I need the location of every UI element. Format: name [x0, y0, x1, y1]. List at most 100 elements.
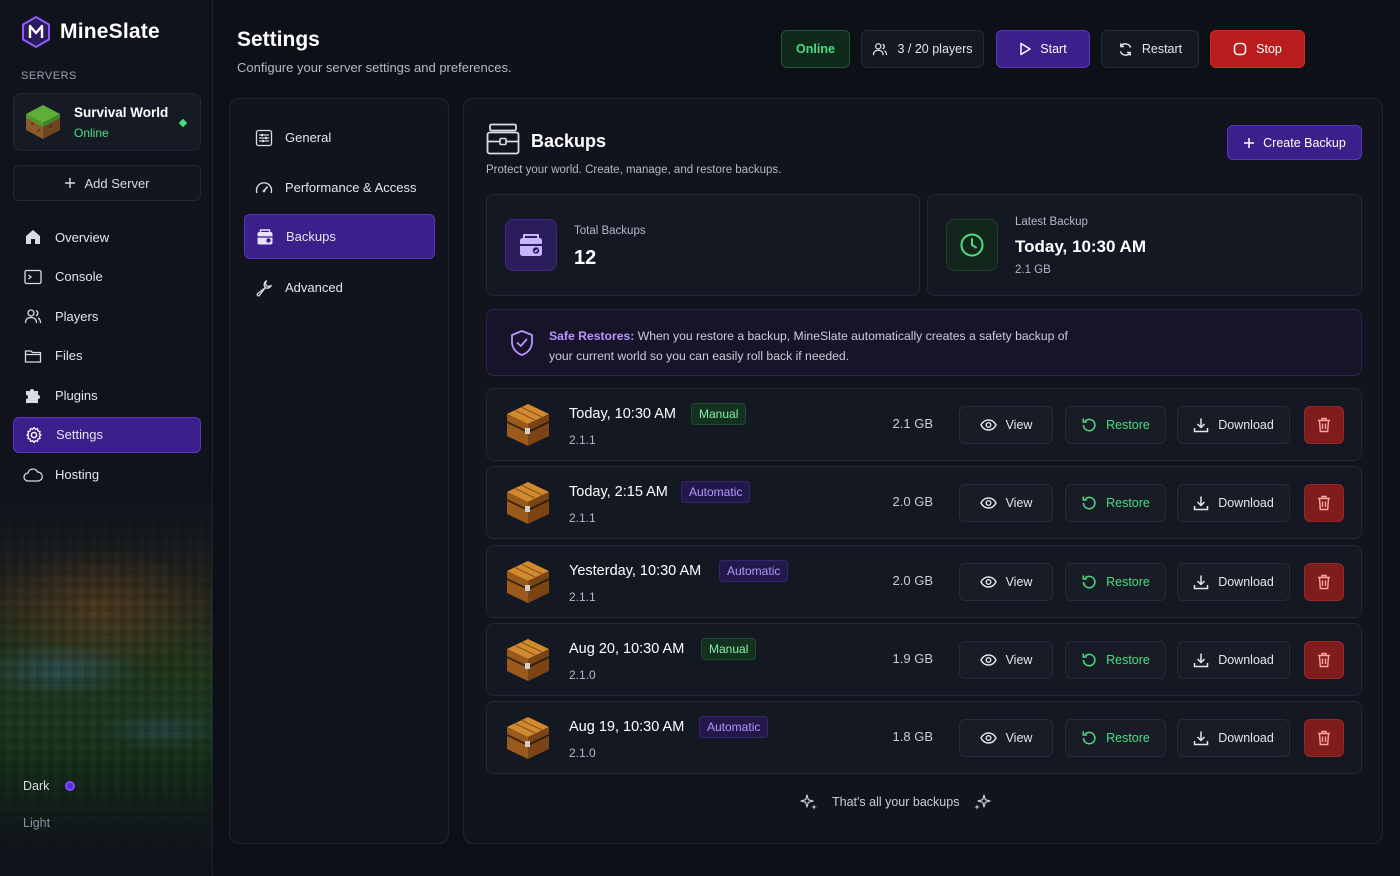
backup-type-badge: Automatic	[719, 560, 789, 582]
download-backup-button[interactable]: Download	[1177, 563, 1290, 601]
backup-row-size: 1.9 GB	[892, 651, 933, 666]
latest-backup-card: Latest Backup Today, 10:30 AM 2.1 GB	[927, 194, 1362, 296]
sidebar-item-hosting[interactable]: Hosting	[13, 457, 201, 493]
users-icon	[23, 306, 43, 326]
sidebar-item-label: Hosting	[55, 467, 100, 483]
view-backup-button[interactable]: View	[959, 641, 1053, 679]
brand-name: MineSlate	[60, 20, 160, 43]
start-button[interactable]: Start	[996, 30, 1090, 68]
view-label: View	[1005, 653, 1033, 667]
download-backup-button[interactable]: Download	[1177, 641, 1290, 679]
sidebar-item-label: Settings	[56, 427, 103, 443]
end-of-list-text: That's all your backups	[832, 795, 960, 809]
restore-backup-button[interactable]: Restore	[1065, 406, 1166, 444]
shield-check-icon	[511, 330, 533, 356]
restore-backup-button[interactable]: Restore	[1065, 563, 1166, 601]
wrench-icon	[256, 279, 272, 296]
view-backup-button[interactable]: View	[959, 484, 1053, 522]
restore-backup-button[interactable]: Restore	[1065, 484, 1166, 522]
server-status: Online	[74, 125, 109, 140]
restore-label: Restore	[1106, 496, 1150, 510]
restore-icon	[1082, 653, 1096, 667]
theme-option-light[interactable]: Light	[23, 816, 50, 830]
sidebar-item-plugins[interactable]: Plugins	[13, 377, 201, 413]
sidebar-item-players[interactable]: Players	[13, 298, 201, 334]
sparkle-icon	[974, 794, 992, 810]
backup-row-title: Today, 10:30 AM	[569, 406, 676, 422]
delete-backup-button[interactable]	[1304, 719, 1344, 757]
backup-row-version: 2.1.1	[569, 511, 596, 525]
backup-row-title: Aug 20, 10:30 AM	[569, 641, 685, 657]
app-root: MineSlate SERVERS Survival World Online	[0, 0, 1400, 876]
delete-backup-button[interactable]	[1304, 641, 1344, 679]
download-backup-button[interactable]: Download	[1177, 719, 1290, 757]
restart-button[interactable]: Restart	[1101, 30, 1199, 68]
backup-row-title: Yesterday, 10:30 AM	[569, 563, 702, 579]
backup-row: Yesterday, 10:30 AM Automatic 2.1.1 2.0 …	[486, 545, 1362, 618]
sliders-icon	[255, 129, 273, 146]
eye-icon	[979, 654, 997, 666]
start-label: Start	[1040, 42, 1067, 56]
sidebar-item-files[interactable]: Files	[13, 338, 201, 374]
view-backup-button[interactable]: View	[959, 719, 1053, 757]
restore-backup-button[interactable]: Restore	[1065, 719, 1166, 757]
view-backup-button[interactable]: View	[959, 406, 1053, 444]
backup-type-badge: Automatic	[699, 716, 769, 738]
sidebar-item-overview[interactable]: Overview	[13, 219, 201, 255]
download-label: Download	[1218, 575, 1274, 589]
players-count-label: 3 / 20 players	[897, 42, 973, 56]
settings-tab-general[interactable]: General	[244, 115, 435, 160]
safe-restores-heading: Safe Restores:	[549, 329, 635, 343]
stop-label: Stop	[1256, 42, 1282, 56]
sidebar: MineSlate SERVERS Survival World Online	[0, 0, 213, 876]
sparkle-icon	[800, 794, 817, 810]
stop-button[interactable]: Stop	[1210, 30, 1305, 68]
server-card[interactable]: Survival World Online	[13, 93, 201, 151]
server-name: Survival World	[74, 104, 169, 120]
panel-title: Backups	[531, 131, 607, 151]
backup-row-size: 2.0 GB	[892, 494, 933, 509]
download-backup-button[interactable]: Download	[1177, 484, 1290, 522]
delete-backup-button[interactable]	[1304, 563, 1344, 601]
eye-icon	[979, 576, 997, 588]
backup-row-size: 1.8 GB	[892, 729, 933, 744]
total-backups-card: Total Backups 12	[486, 194, 920, 296]
restore-label: Restore	[1106, 418, 1150, 432]
sidebar-item-label: Console	[55, 269, 103, 285]
eye-icon	[979, 419, 997, 431]
settings-tab-advanced[interactable]: Advanced	[244, 265, 435, 310]
restore-backup-button[interactable]: Restore	[1065, 641, 1166, 679]
add-server-button[interactable]: Add Server	[13, 165, 201, 201]
download-icon	[1193, 496, 1209, 511]
backup-icon	[257, 228, 273, 244]
sidebar-item-console[interactable]: Console	[13, 259, 201, 295]
server-info: Survival World Online	[74, 105, 168, 140]
restore-icon	[1082, 418, 1096, 432]
chest-icon	[507, 561, 549, 603]
download-label: Download	[1218, 496, 1274, 510]
chest-icon	[507, 482, 549, 524]
settings-tab-backups[interactable]: Backups	[244, 214, 435, 259]
brand[interactable]: MineSlate	[22, 16, 160, 48]
create-backup-button[interactable]: Create Backup	[1227, 125, 1362, 160]
safe-restores-text: Safe Restores: When you restore a backup…	[549, 326, 1089, 366]
eye-icon	[979, 497, 997, 509]
view-label: View	[1005, 418, 1033, 432]
restore-icon	[1082, 496, 1096, 510]
theme-option-dark[interactable]: Dark	[23, 779, 76, 793]
download-label: Download	[1218, 418, 1274, 432]
panel-subtitle: Protect your world. Create, manage, and …	[486, 164, 782, 176]
view-backup-button[interactable]: View	[959, 563, 1053, 601]
delete-backup-button[interactable]	[1304, 484, 1344, 522]
players-count-button[interactable]: 3 / 20 players	[861, 30, 984, 68]
sidebar-item-settings[interactable]: Settings	[13, 416, 201, 453]
backup-row-title: Today, 2:15 AM	[569, 484, 668, 500]
chest-icon	[507, 404, 549, 446]
download-backup-button[interactable]: Download	[1177, 406, 1290, 444]
download-label: Download	[1218, 653, 1274, 667]
end-of-list-note: That's all your backups	[800, 793, 992, 811]
trash-icon	[1318, 730, 1330, 746]
settings-tab-performance-access[interactable]: Performance & Access	[244, 165, 435, 210]
delete-backup-button[interactable]	[1304, 406, 1344, 444]
total-backups-value: 12	[574, 247, 597, 269]
